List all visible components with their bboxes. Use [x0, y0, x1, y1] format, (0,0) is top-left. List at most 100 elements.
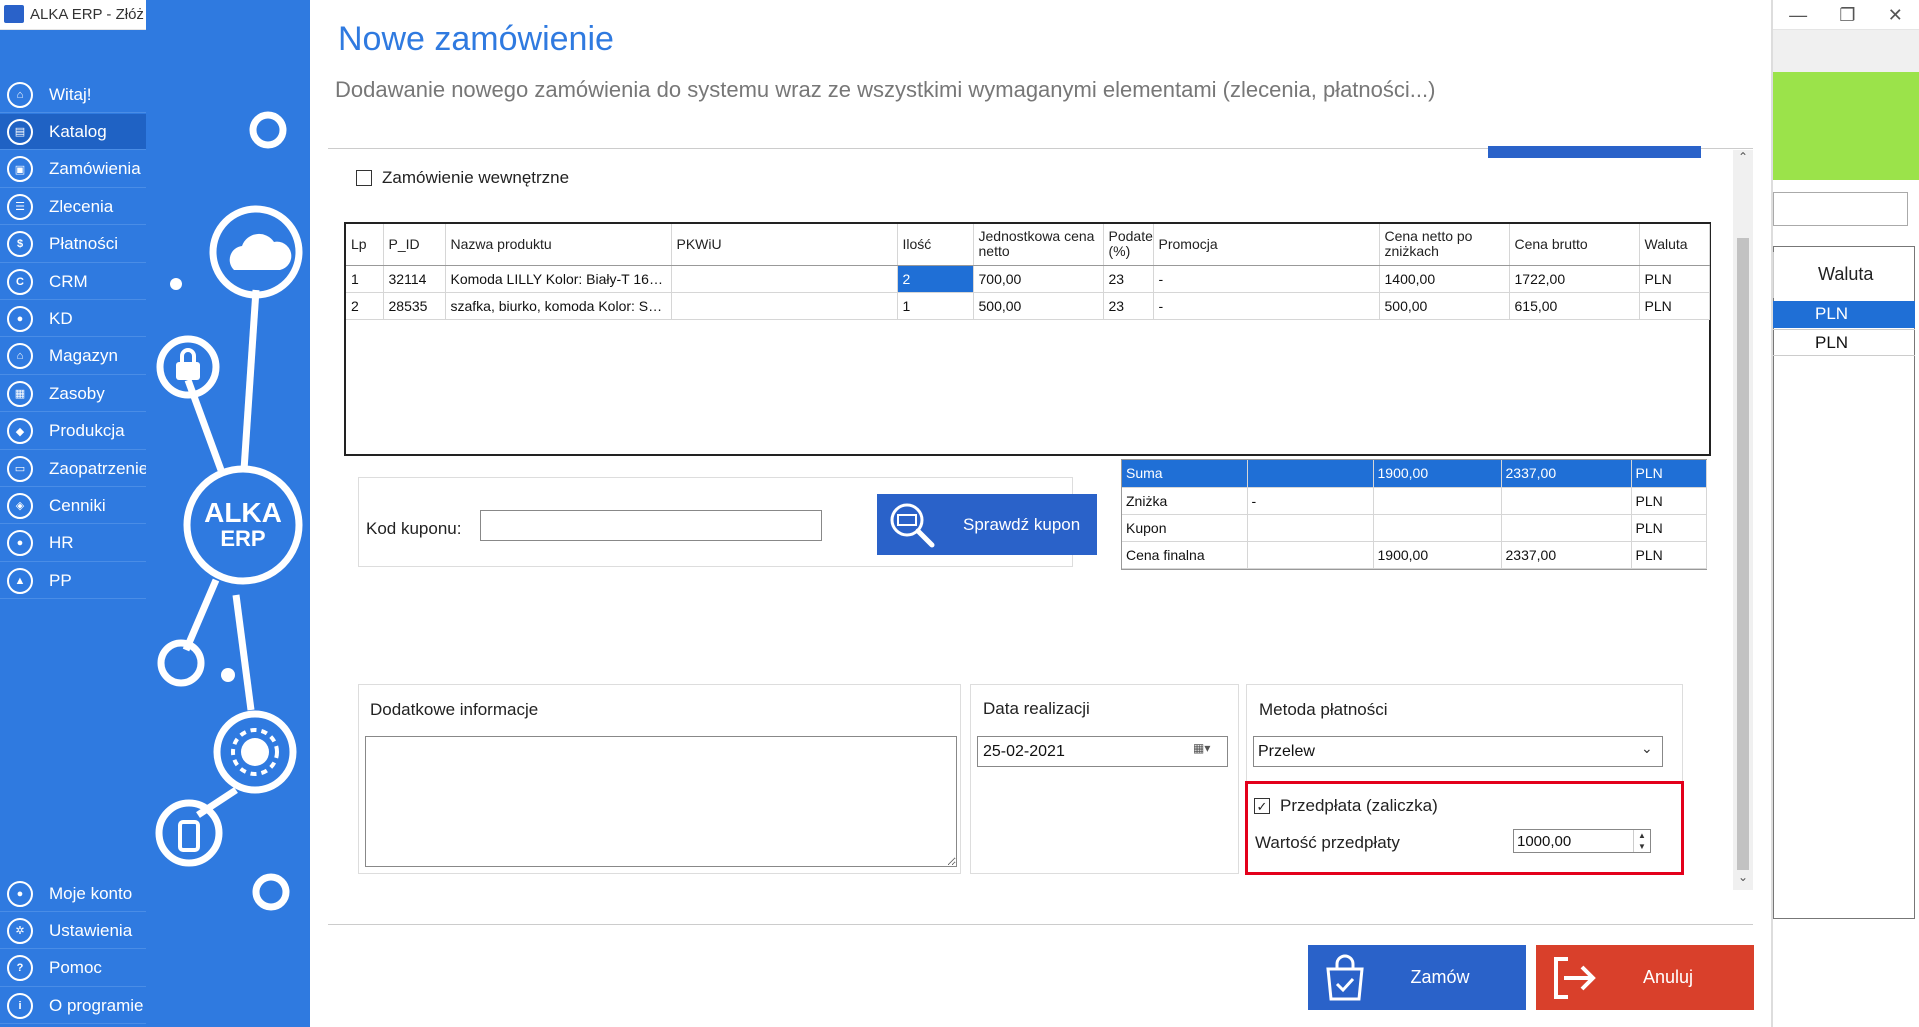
- sidebar-item[interactable]: ▦ Zasoby: [0, 376, 146, 413]
- sidebar-item-label: Zamówienia: [49, 159, 141, 179]
- toolbar-button-partial[interactable]: [1488, 146, 1701, 158]
- order-items-table: Lp P_ID Nazwa produktu PKWiU Ilość Jednostkow…: [346, 224, 1710, 320]
- background-table-cell[interactable]: PLN: [1773, 329, 1915, 356]
- column-header[interactable]: Promocja: [1153, 224, 1380, 266]
- scroll-up-icon[interactable]: ⌃: [1733, 150, 1753, 170]
- realization-date-picker[interactable]: 25-02-2021: [977, 736, 1228, 767]
- sidebar-item[interactable]: ▤ Katalog: [0, 114, 146, 151]
- table-cell[interactable]: 23: [1103, 265, 1154, 293]
- sidebar-item[interactable]: ◈ Cenniki: [0, 488, 146, 525]
- table-cell[interactable]: 500,00: [1379, 292, 1510, 320]
- sidebar-item[interactable]: ▲ PP: [0, 563, 146, 600]
- sidebar-item[interactable]: i O programie: [0, 988, 146, 1025]
- prepayment-value-input[interactable]: 1000,00: [1513, 829, 1651, 853]
- sidebar-item[interactable]: $ Płatności: [0, 226, 146, 263]
- sidebar-item[interactable]: ▣ Zamówienia: [0, 151, 146, 188]
- prepayment-spinner-icon[interactable]: ▲ ▼: [1633, 830, 1650, 852]
- background-table-header: Waluta: [1773, 252, 1915, 298]
- column-header[interactable]: Lp: [346, 224, 384, 266]
- realization-date-label: Data realizacji: [983, 699, 1090, 718]
- coupon-code-input[interactable]: [480, 510, 822, 541]
- table-cell[interactable]: Komoda LILLY Kolor: Biały-T 160...: [445, 265, 672, 293]
- background-search-input[interactable]: [1773, 192, 1908, 226]
- sidebar-item[interactable]: ● Moje konto: [0, 876, 146, 912]
- summary-row[interactable]: Zniżka - PLN: [1122, 487, 1707, 515]
- sidebar-item[interactable]: ⌂ Magazyn: [0, 338, 146, 375]
- sidebar-item[interactable]: ▭ Zaopatrzenie: [0, 451, 148, 487]
- dialog-subtitle: Dodawanie nowego zamówienia do systemu w…: [335, 77, 1436, 102]
- column-header[interactable]: Podatek (%): [1103, 224, 1154, 266]
- table-row[interactable]: 2 28535 szafka, biurko, komoda Kolor: Sza.…: [346, 292, 1710, 320]
- warehouse-icon: ⌂: [7, 343, 33, 370]
- column-header[interactable]: P_ID: [383, 224, 446, 266]
- table-cell[interactable]: [671, 265, 898, 293]
- table-cell[interactable]: szafka, biurko, komoda Kolor: Sza...: [445, 292, 672, 320]
- summary-row[interactable]: Cena finalna 1900,00 2337,00 PLN: [1122, 541, 1707, 569]
- sidebar-item[interactable]: ● KD: [0, 301, 146, 338]
- column-header[interactable]: Cena brutto: [1509, 224, 1640, 266]
- column-header[interactable]: Cena netto po zniżkach: [1379, 224, 1510, 266]
- table-cell[interactable]: 500,00: [973, 292, 1104, 320]
- box-icon: ▦: [7, 380, 33, 407]
- calendar-dropdown-icon[interactable]: ▦▾: [1193, 741, 1223, 761]
- internal-order-checkbox[interactable]: [356, 170, 372, 186]
- column-header[interactable]: Jednostkowa cena netto: [973, 224, 1104, 266]
- table-cell[interactable]: 28535: [383, 292, 446, 320]
- sidebar-item[interactable]: ✲ Ustawienia: [0, 913, 146, 950]
- scrollbar-thumb[interactable]: [1737, 238, 1749, 870]
- check-coupon-button[interactable]: Sprawdź kupon: [877, 494, 1097, 555]
- info-icon: i: [7, 992, 33, 1019]
- prepayment-checkbox[interactable]: ✓: [1254, 798, 1270, 814]
- table-cell[interactable]: 700,00: [973, 265, 1104, 293]
- summary-cell: 1900,00: [1373, 541, 1502, 569]
- table-cell[interactable]: PLN: [1639, 265, 1710, 293]
- sidebar-item[interactable]: ? Pomoc: [0, 950, 146, 987]
- sidebar-item-label: Magazyn: [49, 346, 118, 366]
- background-table-cell[interactable]: PLN: [1773, 301, 1915, 328]
- list-icon: ☰: [7, 193, 33, 220]
- column-header[interactable]: Nazwa produktu: [445, 224, 672, 266]
- summary-row[interactable]: Kupon PLN: [1122, 514, 1707, 542]
- table-row[interactable]: 1 32114 Komoda LILLY Kolor: Biały-T 160...…: [346, 265, 1710, 293]
- column-header[interactable]: Ilość: [897, 224, 974, 266]
- table-cell[interactable]: [671, 292, 898, 320]
- table-cell[interactable]: 32114: [383, 265, 446, 293]
- summary-cell: PLN: [1631, 460, 1707, 488]
- column-header[interactable]: PKWiU: [671, 224, 898, 266]
- sidebar-item[interactable]: ● HR: [0, 525, 146, 562]
- close-icon[interactable]: ✕: [1888, 5, 1903, 26]
- sidebar-item[interactable]: ⌂ Witaj!: [0, 77, 146, 113]
- payment-method-select[interactable]: Przelew: [1253, 736, 1663, 767]
- internal-order-checkbox-row[interactable]: Zamówienie wewnętrzne: [356, 168, 569, 188]
- additional-info-textarea[interactable]: [365, 736, 957, 867]
- scroll-down-icon[interactable]: ⌄: [1733, 870, 1753, 890]
- chevron-down-icon[interactable]: ⌄: [1641, 740, 1661, 760]
- table-cell[interactable]: -: [1153, 292, 1380, 320]
- table-cell[interactable]: 2: [346, 292, 384, 320]
- table-cell[interactable]: 23: [1103, 292, 1154, 320]
- restore-icon[interactable]: ❐: [1839, 5, 1855, 26]
- order-button[interactable]: Zamów: [1308, 945, 1526, 1010]
- sidebar-item[interactable]: ◆ Produkcja: [0, 413, 146, 450]
- minimize-icon[interactable]: —: [1789, 5, 1807, 26]
- summary-row[interactable]: Suma 1900,00 2337,00 PLN: [1122, 460, 1707, 488]
- cancel-button[interactable]: Anuluj: [1536, 945, 1754, 1010]
- table-cell[interactable]: 1722,00: [1509, 265, 1640, 293]
- column-header[interactable]: Waluta: [1639, 224, 1710, 266]
- table-cell[interactable]: 1400,00: [1379, 265, 1510, 293]
- prepayment-checkbox-row[interactable]: ✓ Przedpłata (zaliczka): [1254, 796, 1438, 816]
- table-cell[interactable]: 2: [897, 265, 974, 293]
- order-button-label: Zamów: [1410, 967, 1470, 987]
- table-cell[interactable]: 615,00: [1509, 292, 1640, 320]
- sidebar-item[interactable]: ☰ Zlecenia: [0, 189, 146, 226]
- dollar-icon: $: [7, 231, 33, 258]
- home-icon: ⌂: [7, 81, 33, 108]
- table-cell[interactable]: 1: [897, 292, 974, 320]
- table-cell[interactable]: 1: [346, 265, 384, 293]
- background-green-banner: [1773, 72, 1919, 180]
- table-cell[interactable]: -: [1153, 265, 1380, 293]
- table-cell[interactable]: PLN: [1639, 292, 1710, 320]
- sidebar-item[interactable]: C CRM: [0, 264, 146, 300]
- tag-icon: ◈: [7, 492, 33, 519]
- sidebar-item-label: O programie: [49, 995, 144, 1015]
